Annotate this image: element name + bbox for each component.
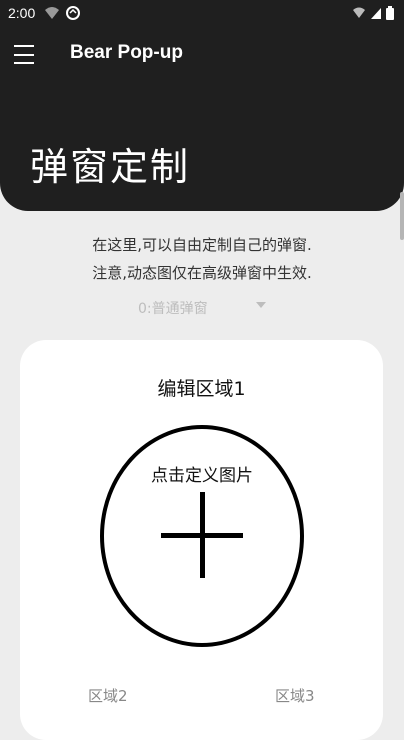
edit-card: 编辑区域1 点击定义图片 区域2 区域3 <box>20 340 383 740</box>
hero-header: Bear Pop-up 弹窗定制 <box>0 26 404 211</box>
image-picker-circle[interactable]: 点击定义图片 <box>100 425 304 647</box>
dropdown-arrow-icon <box>256 302 266 308</box>
dropdown-selected-value: 0:普通弹窗 <box>138 301 208 317</box>
page-title: 弹窗定制 <box>30 145 191 189</box>
battery-icon <box>386 5 394 24</box>
status-time: 2:00 <box>8 5 36 21</box>
sync-icon <box>66 5 80 24</box>
edit-area-title: 编辑区域1 <box>157 378 246 400</box>
status-bar: 2:00 <box>0 0 404 26</box>
wifi-question-icon <box>44 5 60 24</box>
description-line-1: 在这里,可以自由定制自己的弹窗. <box>92 236 312 254</box>
popup-type-dropdown[interactable]: 0:普通弹窗 <box>138 298 268 320</box>
area-3-tab[interactable]: 区域3 <box>275 685 315 706</box>
wifi-off-icon <box>352 5 366 24</box>
app-title: Bear Pop-up <box>70 42 183 63</box>
signal-icon <box>370 5 382 24</box>
image-prompt-label: 点击定义图片 <box>151 466 253 486</box>
hamburger-menu-icon[interactable] <box>14 42 40 64</box>
area-2-tab[interactable]: 区域2 <box>88 685 128 706</box>
scrollbar[interactable] <box>400 192 404 240</box>
description-line-2: 注意,动态图仅在高级弹窗中生效. <box>92 264 312 282</box>
